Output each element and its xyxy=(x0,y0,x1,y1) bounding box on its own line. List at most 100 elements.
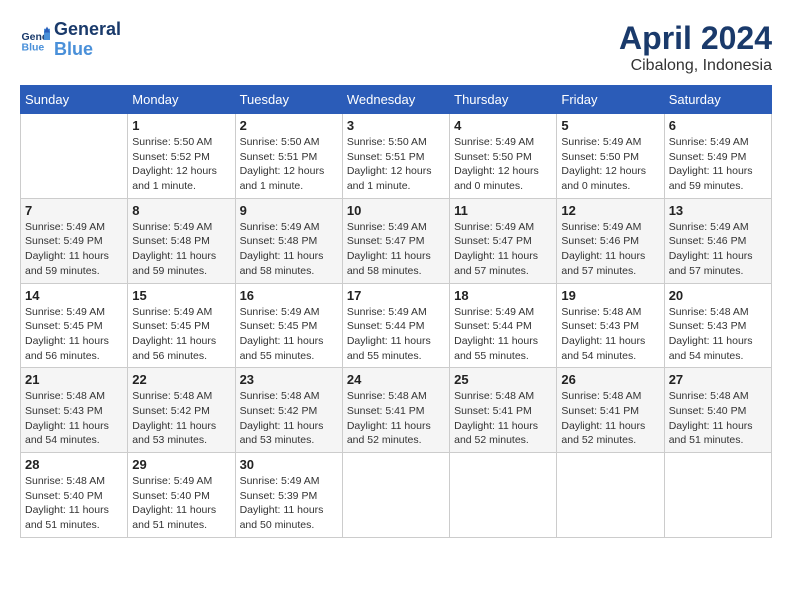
day-info: Sunrise: 5:48 AMSunset: 5:43 PMDaylight:… xyxy=(669,305,767,364)
day-info: Sunrise: 5:49 AMSunset: 5:48 PMDaylight:… xyxy=(240,220,338,279)
day-number: 2 xyxy=(240,118,338,133)
svg-text:Blue: Blue xyxy=(22,41,45,53)
day-info: Sunrise: 5:49 AMSunset: 5:40 PMDaylight:… xyxy=(132,474,230,533)
logo: General Blue General Blue xyxy=(20,20,121,60)
month-title: April 2024 xyxy=(619,20,772,57)
day-info: Sunrise: 5:49 AMSunset: 5:47 PMDaylight:… xyxy=(454,220,552,279)
day-info: Sunrise: 5:49 AMSunset: 5:48 PMDaylight:… xyxy=(132,220,230,279)
day-number: 18 xyxy=(454,288,552,303)
calendar-cell: 6 Sunrise: 5:49 AMSunset: 5:49 PMDaylight… xyxy=(664,114,771,199)
week-row-2: 7 Sunrise: 5:49 AMSunset: 5:49 PMDaylight… xyxy=(21,198,772,283)
calendar-cell: 23 Sunrise: 5:48 AMSunset: 5:42 PMDayligh… xyxy=(235,368,342,453)
day-info: Sunrise: 5:50 AMSunset: 5:51 PMDaylight:… xyxy=(347,135,445,194)
day-number: 28 xyxy=(25,457,123,472)
calendar-cell: 10Sunrise: 5:49 AMSunset: 5:47 PMDayligh… xyxy=(342,198,449,283)
day-info: Sunrise: 5:48 AMSunset: 5:40 PMDaylight:… xyxy=(25,474,123,533)
day-number: 19 xyxy=(561,288,659,303)
day-number: 30 xyxy=(240,457,338,472)
calendar-cell: 24 Sunrise: 5:48 AMSunset: 5:41 PMDayligh… xyxy=(342,368,449,453)
calendar-cell: 17Sunrise: 5:49 AMSunset: 5:44 PMDayligh… xyxy=(342,283,449,368)
calendar-table: SundayMondayTuesdayWednesdayThursdayFrid… xyxy=(20,85,772,538)
calendar-cell xyxy=(21,114,128,199)
week-row-1: 1Sunrise: 5:50 AMSunset: 5:52 PMDaylight… xyxy=(21,114,772,199)
calendar-cell xyxy=(450,453,557,538)
day-number: 11 xyxy=(454,203,552,218)
day-number: 8 xyxy=(132,203,230,218)
calendar-cell: 27Sunrise: 5:48 AMSunset: 5:40 PMDayligh… xyxy=(664,368,771,453)
calendar-cell: 15 Sunrise: 5:49 AMSunset: 5:45 PMDayligh… xyxy=(128,283,235,368)
calendar-cell: 18 Sunrise: 5:49 AMSunset: 5:44 PMDayligh… xyxy=(450,283,557,368)
header-row: SundayMondayTuesdayWednesdayThursdayFrid… xyxy=(21,86,772,114)
calendar-cell xyxy=(557,453,664,538)
calendar-cell: 22Sunrise: 5:48 AMSunset: 5:42 PMDayligh… xyxy=(128,368,235,453)
calendar-cell xyxy=(664,453,771,538)
calendar-cell: 28 Sunrise: 5:48 AMSunset: 5:40 PMDayligh… xyxy=(21,453,128,538)
header-monday: Monday xyxy=(128,86,235,114)
header-wednesday: Wednesday xyxy=(342,86,449,114)
day-info: Sunrise: 5:49 AMSunset: 5:45 PMDaylight:… xyxy=(132,305,230,364)
day-info: Sunrise: 5:48 AMSunset: 5:43 PMDaylight:… xyxy=(561,305,659,364)
day-number: 15 xyxy=(132,288,230,303)
day-info: Sunrise: 5:49 AMSunset: 5:49 PMDaylight:… xyxy=(25,220,123,279)
week-row-4: 21Sunrise: 5:48 AMSunset: 5:43 PMDayligh… xyxy=(21,368,772,453)
day-info: Sunrise: 5:49 AMSunset: 5:46 PMDaylight:… xyxy=(669,220,767,279)
day-number: 14 xyxy=(25,288,123,303)
day-info: Sunrise: 5:49 AMSunset: 5:50 PMDaylight:… xyxy=(561,135,659,194)
week-row-3: 14 Sunrise: 5:49 AMSunset: 5:45 PMDayligh… xyxy=(21,283,772,368)
day-info: Sunrise: 5:49 AMSunset: 5:45 PMDaylight:… xyxy=(240,305,338,364)
calendar-cell: 26Sunrise: 5:48 AMSunset: 5:41 PMDayligh… xyxy=(557,368,664,453)
day-number: 6 xyxy=(669,118,767,133)
day-info: Sunrise: 5:49 AMSunset: 5:39 PMDaylight:… xyxy=(240,474,338,533)
day-number: 16 xyxy=(240,288,338,303)
calendar-cell: 14 Sunrise: 5:49 AMSunset: 5:45 PMDayligh… xyxy=(21,283,128,368)
day-number: 24 xyxy=(347,372,445,387)
week-row-5: 28 Sunrise: 5:48 AMSunset: 5:40 PMDayligh… xyxy=(21,453,772,538)
calendar-cell: 7 Sunrise: 5:49 AMSunset: 5:49 PMDaylight… xyxy=(21,198,128,283)
logo-line2: Blue xyxy=(54,40,121,60)
header-friday: Friday xyxy=(557,86,664,114)
day-number: 12 xyxy=(561,203,659,218)
calendar-cell: 20 Sunrise: 5:48 AMSunset: 5:43 PMDayligh… xyxy=(664,283,771,368)
title-area: April 2024 Cibalong, Indonesia xyxy=(619,20,772,75)
day-info: Sunrise: 5:49 AMSunset: 5:49 PMDaylight:… xyxy=(669,135,767,194)
location: Cibalong, Indonesia xyxy=(619,57,772,75)
calendar-cell: 12 Sunrise: 5:49 AMSunset: 5:46 PMDayligh… xyxy=(557,198,664,283)
calendar-cell: 11 Sunrise: 5:49 AMSunset: 5:47 PMDayligh… xyxy=(450,198,557,283)
logo-line1: General xyxy=(54,20,121,40)
header-saturday: Saturday xyxy=(664,86,771,114)
header-tuesday: Tuesday xyxy=(235,86,342,114)
day-number: 23 xyxy=(240,372,338,387)
day-info: Sunrise: 5:49 AMSunset: 5:45 PMDaylight:… xyxy=(25,305,123,364)
day-info: Sunrise: 5:48 AMSunset: 5:41 PMDaylight:… xyxy=(454,389,552,448)
calendar-cell: 9Sunrise: 5:49 AMSunset: 5:48 PMDaylight… xyxy=(235,198,342,283)
day-number: 26 xyxy=(561,372,659,387)
day-number: 20 xyxy=(669,288,767,303)
calendar-cell: 4Sunrise: 5:49 AMSunset: 5:50 PMDaylight… xyxy=(450,114,557,199)
calendar-cell xyxy=(342,453,449,538)
calendar-cell: 3 Sunrise: 5:50 AMSunset: 5:51 PMDaylight… xyxy=(342,114,449,199)
calendar-cell: 5 Sunrise: 5:49 AMSunset: 5:50 PMDaylight… xyxy=(557,114,664,199)
day-info: Sunrise: 5:50 AMSunset: 5:51 PMDaylight:… xyxy=(240,135,338,194)
calendar-cell: 30 Sunrise: 5:49 AMSunset: 5:39 PMDayligh… xyxy=(235,453,342,538)
day-number: 21 xyxy=(25,372,123,387)
calendar-cell: 25 Sunrise: 5:48 AMSunset: 5:41 PMDayligh… xyxy=(450,368,557,453)
calendar-cell: 2 Sunrise: 5:50 AMSunset: 5:51 PMDaylight… xyxy=(235,114,342,199)
day-number: 5 xyxy=(561,118,659,133)
day-info: Sunrise: 5:49 AMSunset: 5:47 PMDaylight:… xyxy=(347,220,445,279)
day-info: Sunrise: 5:48 AMSunset: 5:42 PMDaylight:… xyxy=(240,389,338,448)
day-number: 1 xyxy=(132,118,230,133)
calendar-cell: 8 Sunrise: 5:49 AMSunset: 5:48 PMDaylight… xyxy=(128,198,235,283)
day-info: Sunrise: 5:48 AMSunset: 5:41 PMDaylight:… xyxy=(347,389,445,448)
day-number: 27 xyxy=(669,372,767,387)
day-number: 3 xyxy=(347,118,445,133)
page-header: General Blue General Blue April 2024 Cib… xyxy=(20,20,772,75)
calendar-cell: 13Sunrise: 5:49 AMSunset: 5:46 PMDayligh… xyxy=(664,198,771,283)
day-number: 25 xyxy=(454,372,552,387)
day-info: Sunrise: 5:49 AMSunset: 5:46 PMDaylight:… xyxy=(561,220,659,279)
calendar-cell: 19 Sunrise: 5:48 AMSunset: 5:43 PMDayligh… xyxy=(557,283,664,368)
logo-icon: General Blue xyxy=(20,25,50,55)
day-info: Sunrise: 5:49 AMSunset: 5:44 PMDaylight:… xyxy=(347,305,445,364)
day-number: 7 xyxy=(25,203,123,218)
day-info: Sunrise: 5:49 AMSunset: 5:44 PMDaylight:… xyxy=(454,305,552,364)
calendar-cell: 1Sunrise: 5:50 AMSunset: 5:52 PMDaylight… xyxy=(128,114,235,199)
